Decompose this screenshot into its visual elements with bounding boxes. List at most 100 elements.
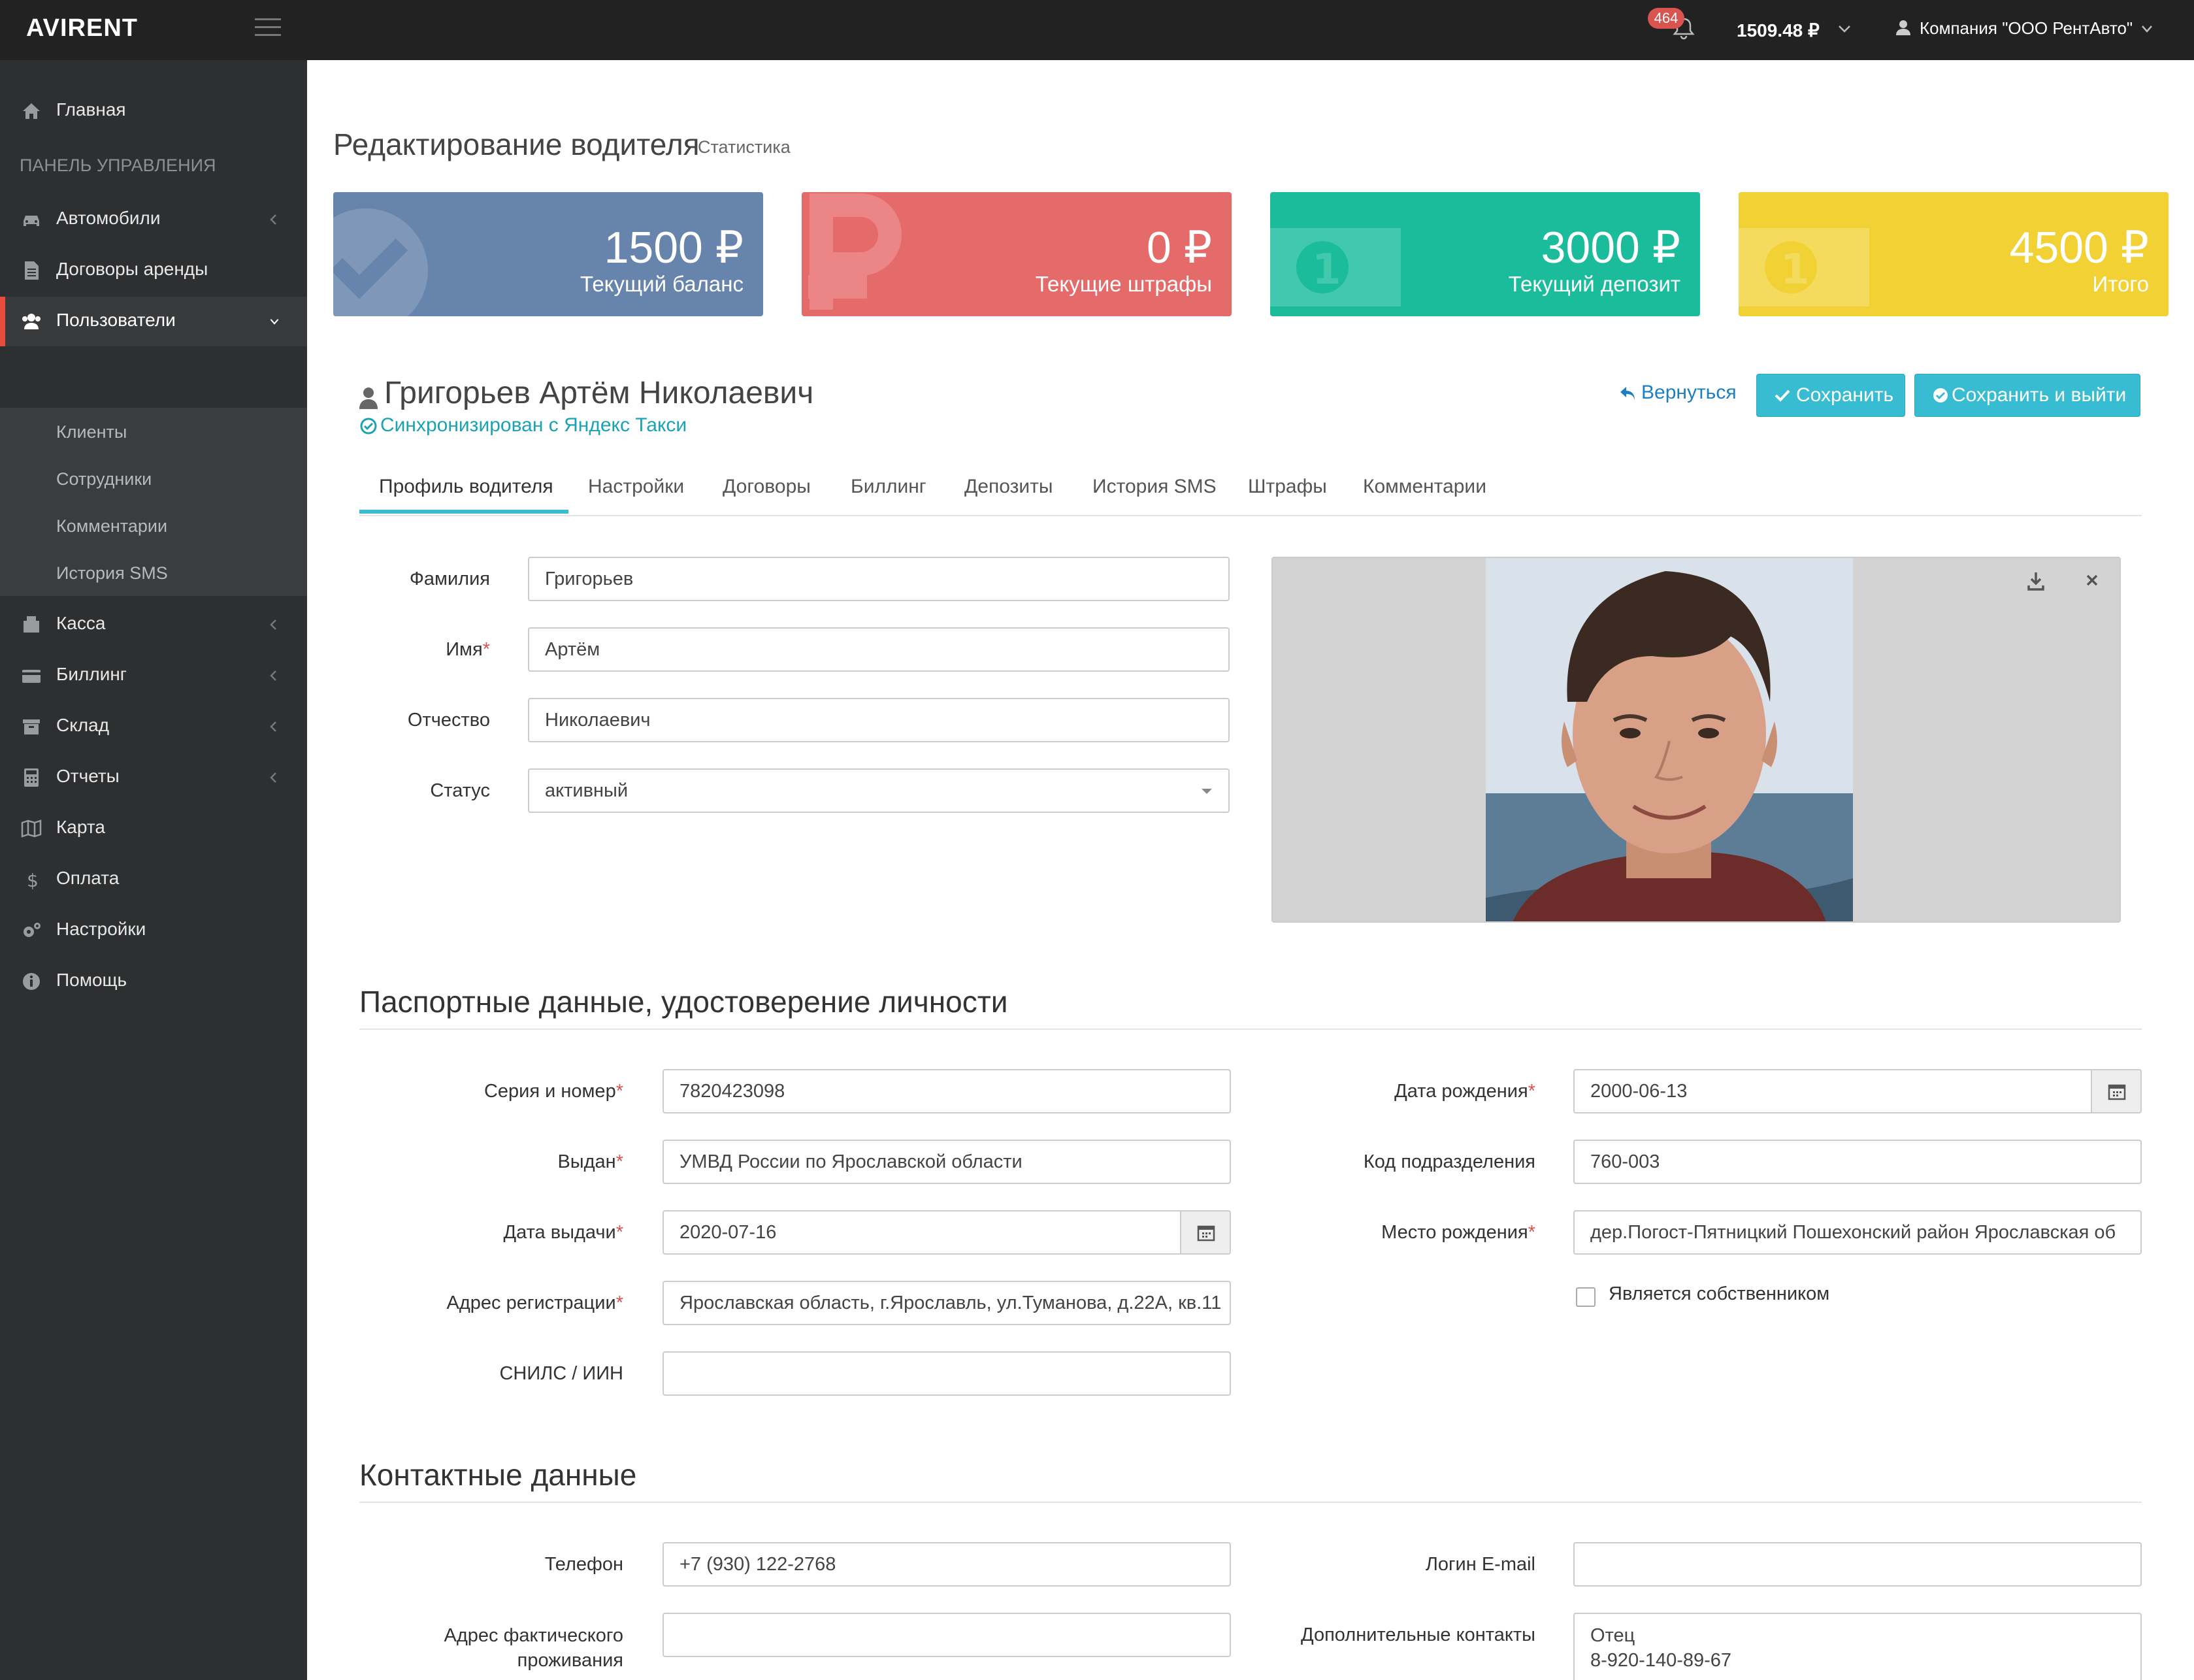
notifications-badge[interactable]: 464 xyxy=(1648,8,1684,29)
last-name-input[interactable]: Григорьев xyxy=(528,557,1230,601)
sidebar-section-header: ПАНЕЛЬ УПРАВЛЕНИЯ xyxy=(20,156,216,175)
snils-input[interactable] xyxy=(663,1351,1231,1396)
save-button[interactable]: Сохранить xyxy=(1756,374,1905,417)
chevron-left-icon xyxy=(270,721,276,732)
caret-down-icon[interactable] xyxy=(1201,788,1213,795)
phone-label: Телефон xyxy=(544,1554,623,1575)
sidebar-subitem-clients[interactable]: Клиенты xyxy=(56,422,127,442)
money-icon: 1 xyxy=(1270,228,1401,306)
sidebar-item-payment[interactable]: $ Оплата xyxy=(0,855,307,904)
snils-label: СНИЛС / ИИН xyxy=(499,1363,623,1384)
menu-toggle-icon[interactable] xyxy=(255,18,281,38)
sidebar-item-label: Договоры аренды xyxy=(56,259,208,279)
users-icon xyxy=(22,314,41,329)
reply-icon[interactable] xyxy=(1619,386,1636,401)
birth-place-label: Место рождения* xyxy=(1381,1222,1535,1243)
status-label: Статус xyxy=(430,780,490,801)
last-name-label: Фамилия xyxy=(409,568,490,589)
calendar-button[interactable] xyxy=(2091,1069,2142,1113)
sidebar-item-reports[interactable]: Отчеты xyxy=(0,753,307,802)
money-icon: 1 xyxy=(1739,228,1869,306)
sidebar-item-label: Главная xyxy=(56,99,126,120)
passport-number-input[interactable]: 7820423098 xyxy=(663,1069,1231,1113)
save-and-exit-button[interactable]: Сохранить и выйти xyxy=(1914,374,2140,417)
sidebar-item-cashbox[interactable]: Касса xyxy=(0,600,307,650)
issued-by-input[interactable]: УМВД России по Ярославской области xyxy=(663,1140,1231,1184)
birth-date-input[interactable]: 2000-06-13 xyxy=(1573,1069,2092,1113)
section-divider xyxy=(359,1502,2142,1503)
extra-contacts-textarea[interactable]: Отец 8-920-140-89-67 xyxy=(1573,1613,2142,1680)
sidebar-item-warehouse[interactable]: Склад xyxy=(0,702,307,751)
tab-settings[interactable]: Настройки xyxy=(588,476,684,498)
status-select[interactable]: активный xyxy=(528,768,1230,813)
issue-date-input[interactable]: 2020-07-16 xyxy=(663,1210,1181,1255)
extra-contacts-label: Дополнительные контакты xyxy=(1300,1624,1535,1645)
stat-card-deposit: 1 3000 ₽ Текущий депозит xyxy=(1270,192,1700,316)
middle-name-input[interactable]: Николаевич xyxy=(528,698,1230,742)
calendar-icon xyxy=(2108,1084,2126,1100)
map-icon xyxy=(21,819,42,838)
sidebar-item-settings[interactable]: Настройки xyxy=(0,906,307,955)
sidebar-item-billing[interactable]: Биллинг xyxy=(0,651,307,700)
calendar-button[interactable] xyxy=(1180,1210,1231,1255)
download-icon[interactable] xyxy=(2027,571,2045,591)
sidebar-item-contracts[interactable]: Договоры аренды xyxy=(0,246,307,295)
back-button[interactable]: Вернуться xyxy=(1641,382,1737,404)
driver-photo-box xyxy=(1271,557,2121,923)
tab-comments[interactable]: Комментарии xyxy=(1363,476,1486,498)
page-title: Редактирование водителя xyxy=(333,127,700,161)
tab-billing[interactable]: Биллинг xyxy=(851,476,926,498)
credit-card-icon xyxy=(22,670,41,683)
close-icon[interactable] xyxy=(2084,572,2100,588)
sidebar-subitem-comments[interactable]: Комментарии xyxy=(56,516,167,536)
tab-fines[interactable]: Штрафы xyxy=(1248,476,1327,498)
home-icon xyxy=(23,103,40,119)
chevron-down-icon[interactable] xyxy=(2140,24,2153,34)
sidebar-item-users[interactable]: Пользователи xyxy=(0,297,307,346)
reg-address-label: Адрес регистрации* xyxy=(446,1293,623,1313)
passport-section-title: Паспортные данные, удостоверение личност… xyxy=(359,985,1008,1019)
sidebar-submenu-users: Клиенты Сотрудники Комментарии История S… xyxy=(0,408,307,596)
button-label: Сохранить xyxy=(1796,384,1894,406)
owner-checkbox[interactable] xyxy=(1576,1287,1596,1307)
sidebar-item-home[interactable]: Главная xyxy=(0,86,307,136)
first-name-input[interactable]: Артём xyxy=(528,627,1230,672)
sidebar-subitem-sms-history[interactable]: История SMS xyxy=(56,563,168,584)
calendar-icon xyxy=(1197,1225,1215,1242)
tab-sms-history[interactable]: История SMS xyxy=(1092,476,1217,498)
sidebar-item-label: Биллинг xyxy=(56,664,127,684)
tab-contracts[interactable]: Договоры xyxy=(723,476,811,498)
division-code-input[interactable]: 760-003 xyxy=(1573,1140,2142,1184)
sidebar-item-cars[interactable]: Автомобили xyxy=(0,195,307,244)
sidebar: Главная ПАНЕЛЬ УПРАВЛЕНИЯ Автомобили Дог… xyxy=(0,60,307,1680)
driver-photo[interactable] xyxy=(1486,558,1853,923)
tab-deposits[interactable]: Депозиты xyxy=(964,476,1053,498)
info-icon xyxy=(23,973,40,990)
ruble-icon xyxy=(808,193,902,310)
sidebar-item-label: Склад xyxy=(56,715,110,735)
app-logo[interactable]: AVIRENT xyxy=(26,14,138,42)
email-label: Логин E-mail xyxy=(1425,1554,1535,1575)
user-icon xyxy=(359,387,378,409)
user-icon xyxy=(1896,20,1910,35)
sidebar-item-help[interactable]: Помощь xyxy=(0,957,307,1006)
phone-input[interactable]: +7 (930) 122-2768 xyxy=(663,1542,1231,1587)
owner-checkbox-label[interactable]: Является собственником xyxy=(1609,1283,1829,1305)
account-balance[interactable]: 1509.48 ₽ xyxy=(1737,20,1820,41)
tab-profile[interactable]: Профиль водителя xyxy=(379,476,553,498)
actual-address-label: Адрес фактического проживания xyxy=(444,1625,623,1671)
driver-name: Григорьев Артём Николаевич xyxy=(384,376,814,410)
sidebar-item-label: Отчеты xyxy=(56,766,120,786)
stat-card-balance: 1500 ₽ Текущий баланс xyxy=(333,192,763,316)
sidebar-item-map[interactable]: Карта xyxy=(0,804,307,853)
company-menu[interactable]: Компания "ООО РентАвто" xyxy=(1920,18,2133,39)
file-icon xyxy=(25,261,39,280)
sidebar-subitem-employees[interactable]: Сотрудники xyxy=(56,469,152,489)
email-input[interactable] xyxy=(1573,1542,2142,1587)
birth-place-input[interactable]: дер.Погост-Пятницкий Пошехонский район Я… xyxy=(1573,1210,2142,1255)
actual-address-input[interactable] xyxy=(663,1613,1231,1657)
chevron-down-icon[interactable] xyxy=(1837,24,1852,34)
reg-address-input[interactable]: Ярославская область, г.Ярославль, ул.Тум… xyxy=(663,1281,1231,1325)
stat-caption: Текущий баланс xyxy=(580,272,744,296)
sync-status: Синхронизирован с Яндекс Такси xyxy=(380,414,687,436)
